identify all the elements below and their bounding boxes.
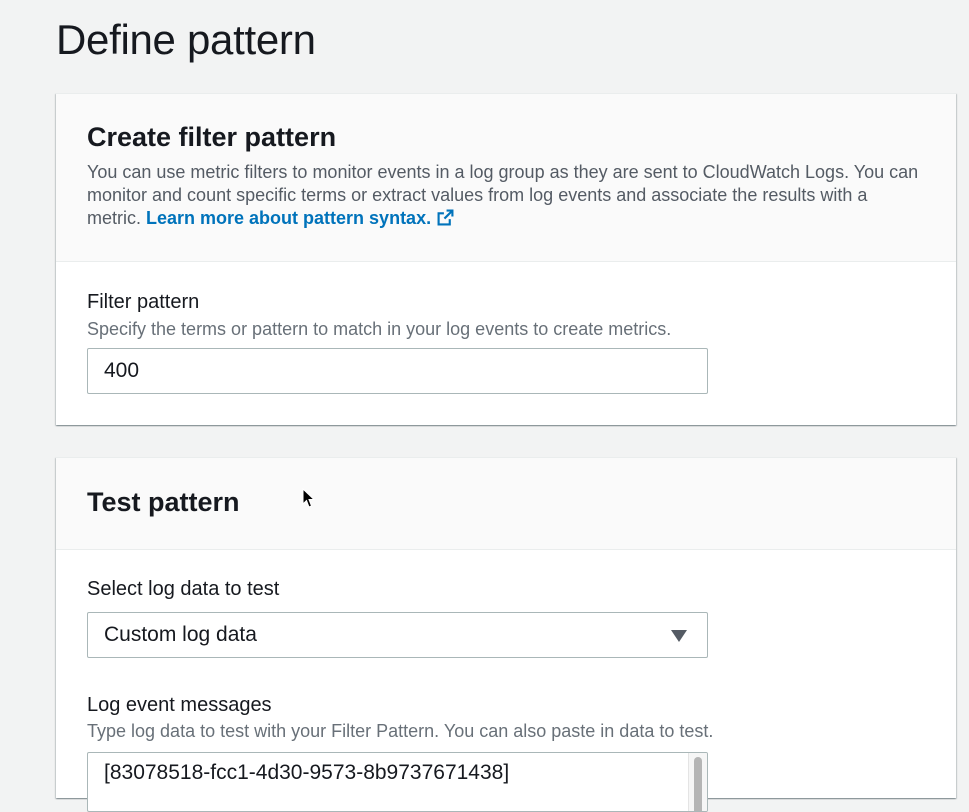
create-filter-pattern-title: Create filter pattern xyxy=(87,122,337,152)
filter-pattern-label: Filter pattern xyxy=(87,291,200,313)
create-filter-pattern-description: You can use metric filters to monitor ev… xyxy=(87,161,925,232)
test-pattern-header: Test pattern xyxy=(56,458,956,550)
pattern-syntax-link-label: Learn more about pattern syntax. xyxy=(146,208,432,228)
pattern-syntax-link[interactable]: Learn more about pattern syntax. xyxy=(146,208,454,228)
log-event-messages-label: Log event messages xyxy=(87,694,272,716)
log-event-messages-textarea[interactable]: [83078518-fcc1-4d30-9573-8b9737671438] xyxy=(87,752,708,812)
log-event-messages-hint: Type log data to test with your Filter P… xyxy=(87,721,714,741)
log-event-messages-field: Log event messages Type log data to test… xyxy=(87,692,713,743)
mouse-pointer-icon xyxy=(302,488,316,508)
filter-pattern-hint: Specify the terms or pattern to match in… xyxy=(87,319,672,339)
page-title: Define pattern xyxy=(56,16,316,63)
filter-pattern-field: Filter pattern Specify the terms or patt… xyxy=(87,289,671,341)
create-filter-pattern-panel: Create filter pattern You can use metric… xyxy=(56,93,956,425)
caret-down-icon xyxy=(671,630,687,642)
filter-pattern-input[interactable] xyxy=(87,348,708,394)
log-event-messages-text: [83078518-fcc1-4d30-9573-8b9737671438] xyxy=(104,761,510,784)
textarea-scrollbar[interactable] xyxy=(688,753,707,811)
log-data-select-value: Custom log data xyxy=(104,623,257,646)
select-log-data-label: Select log data to test xyxy=(87,578,280,600)
test-pattern-panel: Test pattern Select log data to test Cus… xyxy=(56,457,956,812)
log-data-select[interactable]: Custom log data xyxy=(87,612,708,658)
test-pattern-title: Test pattern xyxy=(87,487,240,517)
create-filter-pattern-header: Create filter pattern You can use metric… xyxy=(56,94,956,262)
external-link-icon xyxy=(437,209,454,232)
